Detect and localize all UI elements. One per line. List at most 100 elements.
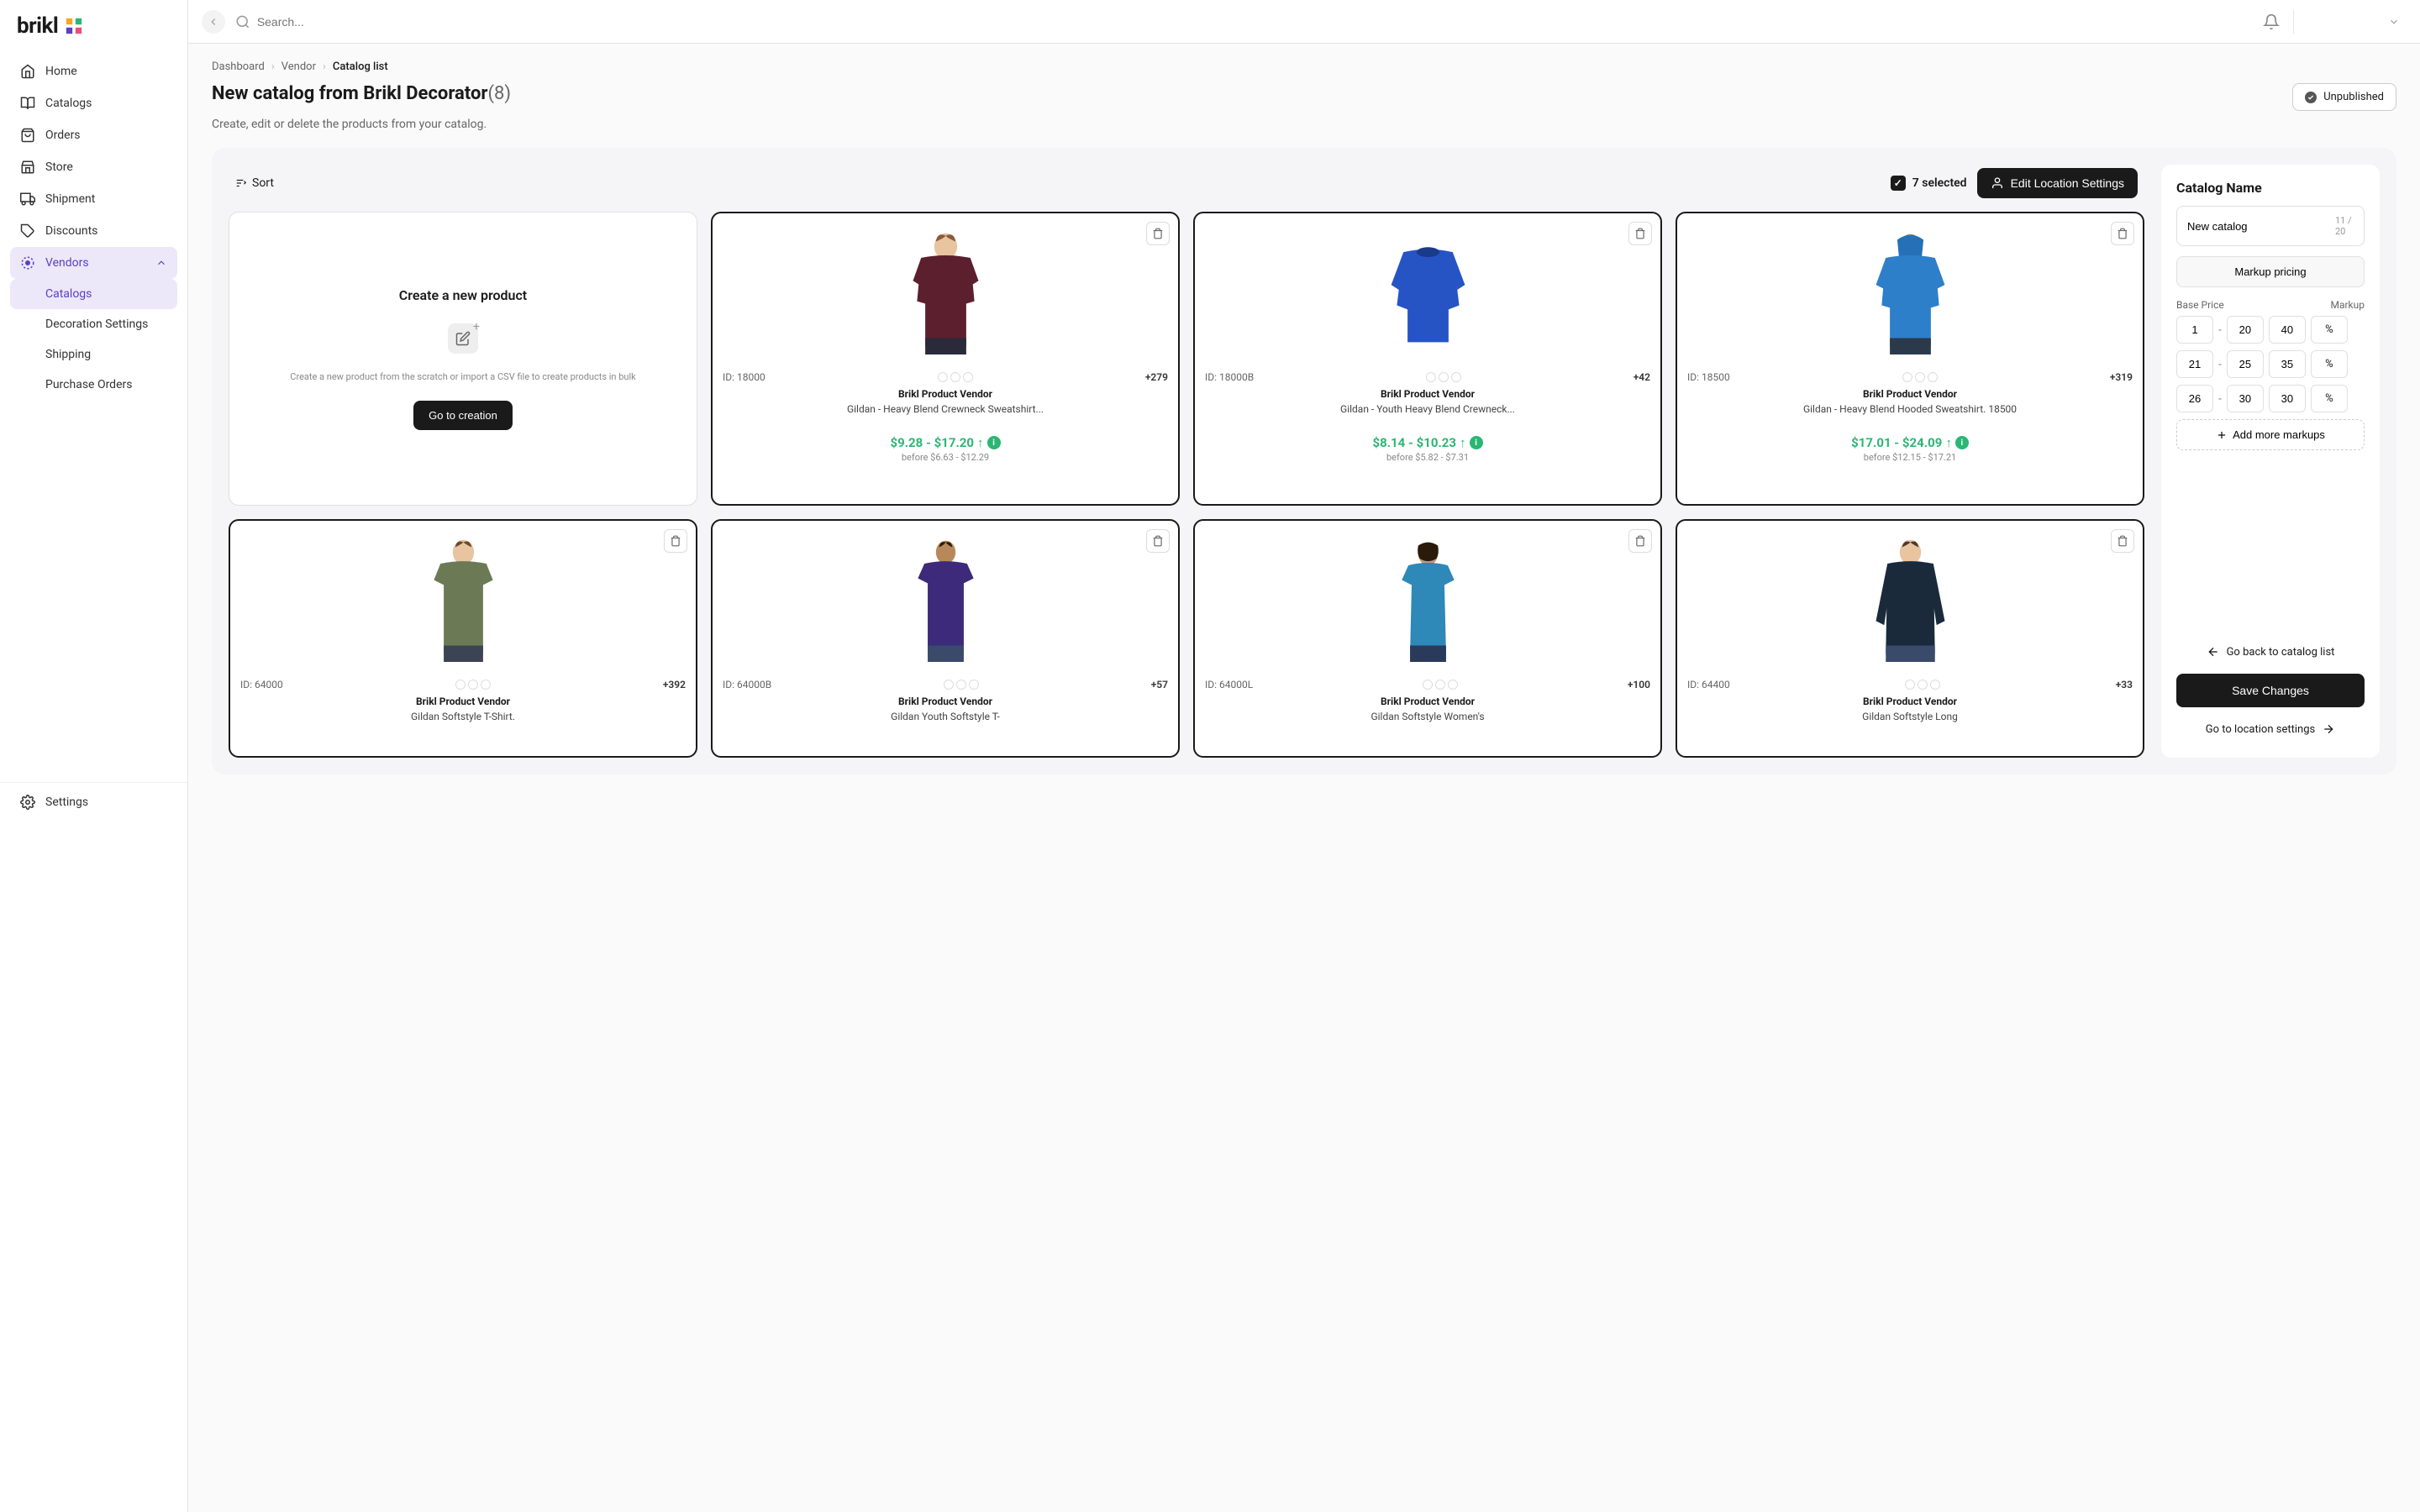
delete-button[interactable] [2111, 529, 2134, 553]
back-button[interactable] [202, 10, 225, 34]
toolbar-right: ✓ 7 selected Edit Location Settings [1891, 168, 2138, 198]
markup-value-input[interactable] [2269, 385, 2306, 412]
product-card[interactable]: ID: 64000+392 Brikl Product Vendor Gilda… [229, 519, 697, 758]
bell-icon[interactable] [2263, 13, 2280, 30]
product-card[interactable]: ID: 18500+319 Brikl Product Vendor Gilda… [1676, 212, 2144, 506]
product-meta: ID: 64000B+57 Brikl Product Vendor Gilda… [713, 672, 1178, 756]
product-id: ID: 18000B [1205, 371, 1254, 383]
base-price-label: Base Price [2176, 299, 2270, 311]
topbar-right [2263, 10, 2407, 34]
catalog-name-row: 11 / 20 [2176, 206, 2365, 246]
info-icon[interactable]: i [1470, 436, 1483, 449]
save-changes-button[interactable]: Save Changes [2176, 674, 2365, 707]
product-card[interactable]: ID: 64000L+100 Brikl Product Vendor Gild… [1193, 519, 1662, 758]
color-swatches [1905, 680, 1940, 690]
arrow-right-icon [2322, 722, 2335, 736]
tshirt-icon [1379, 531, 1477, 662]
base-from-input[interactable] [2176, 350, 2213, 378]
product-card[interactable]: ID: 18000+279 Brikl Product Vendor Gilda… [711, 212, 1180, 506]
sidebar-item-settings[interactable]: Settings [10, 786, 177, 818]
product-id: ID: 64000 [240, 679, 283, 690]
color-swatches [1423, 680, 1458, 690]
info-icon[interactable]: i [1955, 436, 1969, 449]
catalog-name-input[interactable] [2187, 220, 2335, 233]
nav-label: Store [45, 160, 73, 174]
base-to-input[interactable] [2227, 385, 2264, 412]
plus-icon: + [471, 320, 481, 330]
search-input[interactable] [257, 15, 2253, 29]
pencil-icon [455, 331, 471, 346]
dash: - [2218, 358, 2222, 371]
delete-button[interactable] [2111, 222, 2134, 245]
base-to-input[interactable] [2227, 316, 2264, 344]
delete-button[interactable] [1628, 222, 1652, 245]
delete-button[interactable] [1146, 529, 1170, 553]
goto-location-label: Go to location settings [2206, 723, 2315, 736]
product-name: Gildan Youth Softstyle T- [723, 711, 1168, 736]
select-all-checkbox[interactable]: ✓ [1891, 176, 1906, 191]
vendors-submenu: Catalogs Decoration Settings Shipping Pu… [10, 279, 177, 400]
before-price: before $12.15 - $17.21 [1687, 452, 2133, 463]
sidebar-subitem-purchase-orders[interactable]: Purchase Orders [10, 370, 177, 400]
nav-label: Purchase Orders [45, 378, 132, 391]
variant-count: +57 [1151, 679, 1168, 690]
product-image [1195, 213, 1660, 365]
product-card[interactable]: ID: 64000B+57 Brikl Product Vendor Gilda… [711, 519, 1180, 758]
divider [2293, 10, 2294, 34]
sidebar-item-shipment[interactable]: Shipment [10, 183, 177, 215]
product-card[interactable]: ID: 64400+33 Brikl Product Vendor Gildan… [1676, 519, 2144, 758]
sidebar-item-vendors[interactable]: Vendors [10, 247, 177, 279]
status-pill[interactable]: Unpublished [2292, 83, 2396, 111]
product-card[interactable]: ID: 18000B+42 Brikl Product Vendor Gilda… [1193, 212, 1662, 506]
percent-label: % [2311, 385, 2348, 412]
trash-icon [1634, 535, 1646, 547]
product-id-row: ID: 18500+319 [1687, 371, 2133, 383]
base-to-input[interactable] [2227, 350, 2264, 378]
base-from-input[interactable] [2176, 385, 2213, 412]
hoodie-icon [1861, 223, 1960, 354]
variant-count: +392 [663, 679, 686, 690]
delete-button[interactable] [1146, 222, 1170, 245]
base-from-input[interactable] [2176, 316, 2213, 344]
go-to-creation-button[interactable]: Go to creation [413, 401, 513, 430]
markup-value-input[interactable] [2269, 316, 2306, 344]
trash-icon [1152, 535, 1164, 547]
breadcrumb-item[interactable]: Vendor [281, 60, 316, 73]
sort-button[interactable]: Sort [235, 176, 274, 190]
goto-location-link[interactable]: Go to location settings [2176, 716, 2365, 743]
back-to-catalog-link[interactable]: Go back to catalog list [2176, 638, 2365, 665]
color-swatches [938, 372, 973, 382]
sidebar-item-store[interactable]: Store [10, 151, 177, 183]
product-meta: ID: 64000L+100 Brikl Product Vendor Gild… [1195, 672, 1660, 756]
add-markup-button[interactable]: Add more markups [2176, 419, 2365, 450]
delete-button[interactable] [1628, 529, 1652, 553]
info-icon[interactable]: i [987, 436, 1001, 449]
product-id-row: ID: 64000L+100 [1205, 679, 1650, 690]
breadcrumb-item[interactable]: Dashboard [212, 60, 265, 73]
sidebar-item-discounts[interactable]: Discounts [10, 215, 177, 247]
chevron-up-icon [155, 257, 167, 269]
delete-button[interactable] [664, 529, 687, 553]
user-menu[interactable] [2307, 16, 2407, 28]
product-meta: ID: 64400+33 Brikl Product Vendor Gildan… [1677, 672, 2143, 756]
sidebar-subitem-catalogs[interactable]: Catalogs [10, 279, 177, 309]
tshirt-icon [897, 531, 995, 662]
edit-location-button[interactable]: Edit Location Settings [1977, 168, 2138, 198]
sidebar-item-catalogs[interactable]: Catalogs [10, 87, 177, 119]
store-icon [20, 160, 35, 175]
arrow-up-icon: ↑ [977, 435, 984, 450]
sidebar-subitem-decoration[interactable]: Decoration Settings [10, 309, 177, 339]
nav-label: Home [45, 65, 77, 78]
color-swatches [1426, 372, 1461, 382]
markup-value-input[interactable] [2269, 350, 2306, 378]
sidebar-subitem-shipping[interactable]: Shipping [10, 339, 177, 370]
sidebar-item-orders[interactable]: Orders [10, 119, 177, 151]
markup-pricing-button[interactable]: Markup pricing [2176, 256, 2365, 287]
breadcrumb-current: Catalog list [333, 60, 388, 73]
markup-row: -% [2176, 350, 2365, 378]
logo-mark-icon [65, 17, 83, 35]
sidebar-item-home[interactable]: Home [10, 55, 177, 87]
create-product-card: Create a new product + Create a new prod… [229, 212, 697, 506]
product-id: ID: 18000 [723, 371, 765, 383]
arrow-up-icon: ↑ [1945, 435, 1952, 450]
